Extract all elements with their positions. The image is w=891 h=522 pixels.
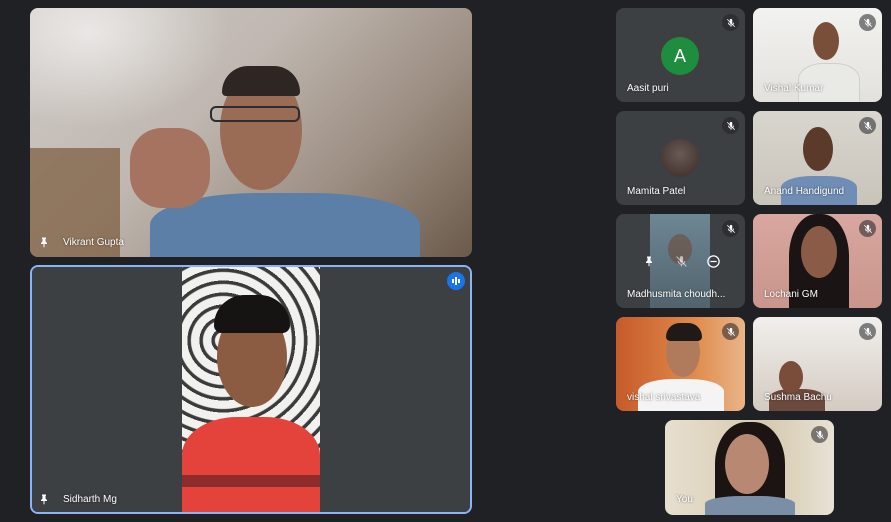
speaking-indicator [447,272,465,290]
participant-hair [222,66,300,96]
mic-off-icon [811,426,828,443]
participant-name: Mamita Patel [627,186,686,197]
pin-icon[interactable] [638,250,660,272]
participant-name: Sidharth Mg [63,494,117,505]
glasses [210,106,300,122]
participant-name: Sushma Bachu [764,392,832,403]
video-tile-self[interactable]: You [665,420,834,515]
window-light [30,8,230,128]
hand [130,128,210,208]
mic-off-icon [722,117,739,134]
pin-icon[interactable] [38,236,50,248]
video-tile-vikrant[interactable]: Vikrant Gupta [30,8,472,257]
mic-off-icon [722,323,739,340]
participant-name: vishal srivastava [627,392,701,403]
video-tile-vishal-kumar[interactable]: Vishal Kumar [753,8,882,102]
video-tile-vishal-srivastava[interactable]: vishal srivastava [616,317,745,411]
video-tile-sidharth[interactable]: Sidharth Mg [30,265,472,514]
video-tile-anand[interactable]: Anand Handigund [753,111,882,205]
shirt-stripe [182,475,320,487]
participant-body [182,417,320,512]
mic-off-icon [859,323,876,340]
participant-name: Madhusmita choudh... [627,289,726,300]
pin-icon[interactable] [38,493,50,505]
video-feed [182,267,320,512]
video-tile-aasit[interactable]: A Aasit puri [616,8,745,102]
video-tile-mamita[interactable]: Mamita Patel [616,111,745,205]
participant-head [779,361,803,393]
video-tile-lochani[interactable]: Lochani GM [753,214,882,308]
participant-name: Vishal Kumar [764,83,824,94]
audio-level-icon [452,277,460,285]
mic-off-icon [859,117,876,134]
video-tile-sushma[interactable]: Sushma Bachu [753,317,882,411]
participant-name: Aasit puri [627,83,669,94]
avatar [661,139,699,177]
participant-name: Anand Handigund [764,186,845,197]
remove-icon[interactable] [702,250,724,272]
mic-off-icon [859,14,876,31]
participant-head [725,434,769,494]
mic-off-icon [722,220,739,237]
participant-head [803,127,833,171]
avatar: A [661,37,699,75]
participant-hair [666,323,702,341]
hover-controls [638,250,724,272]
participant-hair [214,295,290,333]
participant-name: Lochani GM [764,289,818,300]
participant-name: Vikrant Gupta [63,237,124,248]
avatar-letter: A [673,45,686,66]
mic-off-icon[interactable] [670,250,692,272]
participant-head [813,22,839,60]
video-tile-madhusmita[interactable]: Madhusmita choudh... [616,214,745,308]
participant-name: You [676,494,693,505]
mic-off-icon [859,220,876,237]
participant-head [801,226,837,278]
participant-body [705,496,795,515]
mic-off-icon [722,14,739,31]
